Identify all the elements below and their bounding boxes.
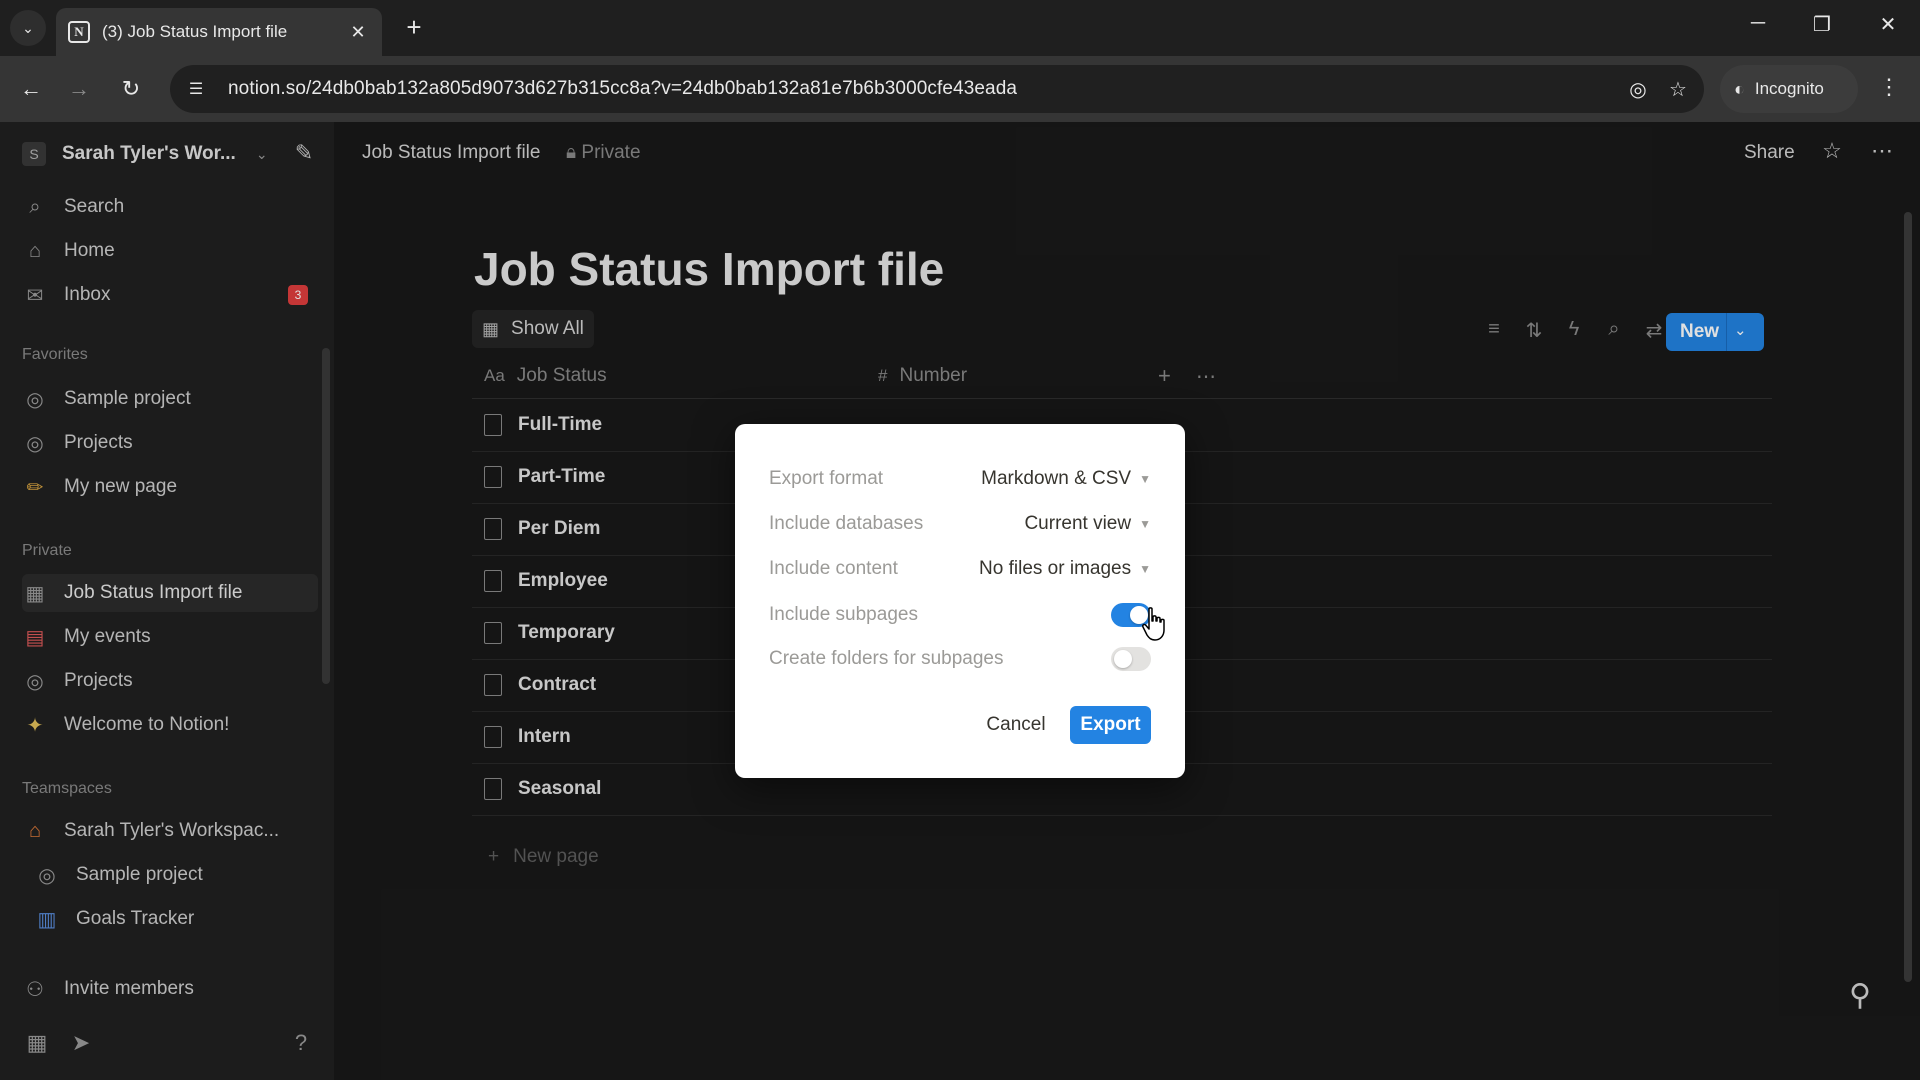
incognito-badge[interactable]: ◐ Incognito <box>1720 65 1858 113</box>
eye-off-icon[interactable]: ◎ <box>1618 77 1658 102</box>
new-tab-button[interactable]: + <box>398 12 430 44</box>
bookmark-star-icon[interactable]: ☆ <box>1658 77 1698 102</box>
create-folders-row: Create folders for subpages <box>769 642 1151 676</box>
include-content-row: Include content No files or images ▼ <box>769 552 1151 586</box>
close-tab-icon[interactable]: ✕ <box>346 22 370 43</box>
window-close-icon[interactable]: ✕ <box>1868 12 1908 37</box>
incognito-icon: ◐ <box>1734 78 1745 99</box>
browser-tab-bar: ⌄ N (3) Job Status Import file ✕ + ─ ❐ ✕ <box>0 0 1920 56</box>
incognito-label: Incognito <box>1754 79 1824 98</box>
include-content-select[interactable]: No files or images ▼ <box>979 558 1151 580</box>
browser-tab[interactable]: N (3) Job Status Import file ✕ <box>56 8 382 56</box>
notion-favicon-icon: N <box>68 21 90 43</box>
back-icon[interactable]: ← <box>14 72 48 106</box>
address-bar[interactable]: ☰ notion.so/24db0bab132a805d9073d627b315… <box>170 65 1704 113</box>
forward-icon[interactable]: → <box>62 72 96 106</box>
export-dialog: Export format Markdown & CSV ▼ Include d… <box>735 424 1185 778</box>
export-format-value: Markdown & CSV <box>981 468 1132 489</box>
include-subpages-label: Include subpages <box>769 604 918 625</box>
include-databases-value: Current view <box>1024 513 1132 534</box>
create-folders-label: Create folders for subpages <box>769 648 1004 669</box>
tab-title: (3) Job Status Import file <box>102 22 288 41</box>
hand-pointer-cursor-icon <box>1142 607 1165 641</box>
restore-icon[interactable]: ❐ <box>1802 12 1842 37</box>
toggle-knob <box>1114 650 1132 668</box>
reload-icon[interactable]: ↻ <box>114 72 148 106</box>
chevron-down-icon: ▼ <box>1139 562 1151 576</box>
browser-toolbar: ← → ↻ ☰ notion.so/24db0bab132a805d9073d6… <box>0 56 1920 122</box>
cancel-button[interactable]: Cancel <box>979 706 1053 744</box>
export-format-label: Export format <box>769 468 884 489</box>
url-text[interactable]: notion.so/24db0bab132a805d9073d627b315cc… <box>228 78 1618 100</box>
chevron-down-icon: ▼ <box>1139 517 1151 531</box>
include-databases-label: Include databases <box>769 513 924 534</box>
include-subpages-row: Include subpages <box>769 598 1151 632</box>
chevron-down-icon: ▼ <box>1139 472 1151 486</box>
site-info-icon[interactable]: ☰ <box>178 71 214 107</box>
include-databases-row: Include databases Current view ▼ <box>769 507 1151 541</box>
export-format-select[interactable]: Markdown & CSV ▼ <box>981 468 1151 490</box>
create-folders-toggle[interactable] <box>1111 647 1151 671</box>
include-databases-select[interactable]: Current view ▼ <box>1024 513 1151 535</box>
export-button[interactable]: Export <box>1070 706 1151 744</box>
export-format-row: Export format Markdown & CSV ▼ <box>769 462 1151 496</box>
minimize-icon[interactable]: ─ <box>1738 12 1778 35</box>
browser-menu-icon[interactable]: ⋮ <box>1874 74 1904 100</box>
include-content-value: No files or images <box>979 558 1132 579</box>
include-content-label: Include content <box>769 558 898 579</box>
tab-search-button[interactable]: ⌄ <box>10 10 46 46</box>
